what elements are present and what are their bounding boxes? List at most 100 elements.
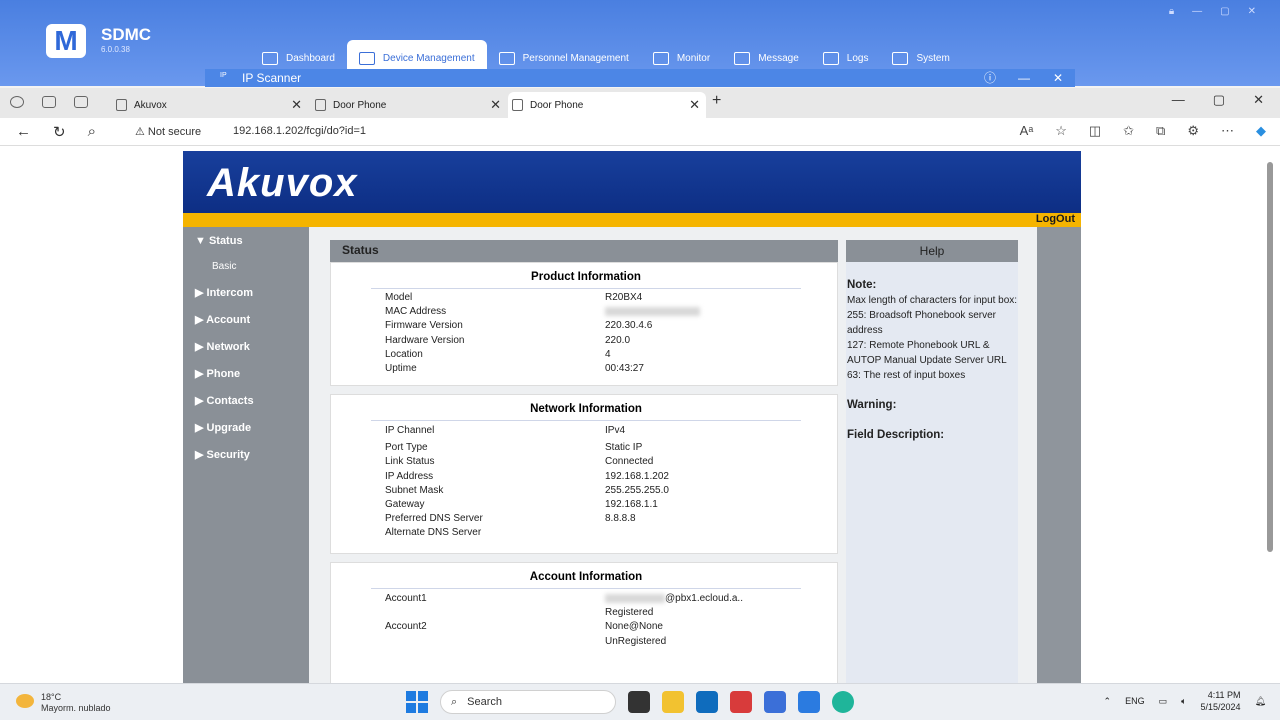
info-value: 220.30.4.6	[605, 320, 653, 332]
taskbar-search[interactable]: ⌕ Search	[440, 690, 616, 714]
help-panel: Help Note: Max length of characters for …	[846, 240, 1018, 683]
akuvox-main: Status Product Information Model R20BX4 M…	[309, 227, 1037, 683]
volume-icon[interactable]: 🔈︎	[1181, 696, 1186, 707]
page-title: Status	[330, 240, 838, 262]
info-key: Uptime	[385, 362, 417, 374]
extensions-icon[interactable]: ⚙	[1187, 123, 1199, 139]
info-value: 220.0	[605, 334, 631, 346]
edge-icon[interactable]	[832, 691, 854, 713]
not-secure-indicator[interactable]: ⚠ Not secure	[135, 125, 201, 138]
info-row: UnRegistered	[331, 636, 837, 650]
sidebar-item-status[interactable]: ▼ Status	[195, 235, 243, 247]
system-icon	[892, 51, 909, 65]
sidebar-item-upgrade[interactable]: ▶ Upgrade	[195, 421, 251, 434]
collections-icon[interactable]	[42, 96, 56, 108]
nav-label: Monitor	[676, 52, 711, 64]
maximize-icon[interactable]: ▢	[1213, 92, 1225, 108]
ip-scanner-close-button[interactable]: ✕	[1041, 69, 1075, 87]
weather-icon	[16, 694, 34, 708]
file-explorer-icon[interactable]	[662, 691, 684, 713]
maximize-icon[interactable]: ▢	[1220, 6, 1229, 17]
profile-icon[interactable]	[10, 96, 24, 108]
tab-door-phone-1[interactable]: Door Phone ✕	[311, 92, 507, 118]
page-icon	[315, 99, 326, 111]
sdmc-app-icon[interactable]	[764, 691, 786, 713]
note-heading: Note:	[847, 279, 877, 291]
sidebar-item-account[interactable]: ▶ Account	[195, 313, 250, 326]
ip-scanner-app-icon[interactable]	[798, 691, 820, 713]
info-key: Firmware Version	[385, 320, 463, 332]
sidebar-item-intercom[interactable]: ▶ Intercom	[195, 286, 253, 299]
close-icon[interactable]: ✕	[1248, 6, 1256, 17]
sdmc-window-controls: 🔒︎ — ▢ ✕	[1169, 6, 1256, 17]
ip-scanner-minimize-button[interactable]: —	[1007, 69, 1041, 87]
close-icon[interactable]: ✕	[1253, 92, 1264, 108]
product-info-heading: Product Information	[371, 271, 801, 289]
ip-scanner-title: IP Scanner	[242, 71, 302, 85]
product-info-panel: Product Information Model R20BX4 MAC Addr…	[330, 262, 838, 386]
split-screen-icon[interactable]: ◫	[1089, 123, 1101, 139]
close-tab-icon[interactable]: ✕	[689, 97, 700, 113]
scrollbar[interactable]	[1266, 150, 1274, 620]
refresh-icon[interactable]: ↻	[53, 123, 66, 141]
info-key: Gateway	[385, 498, 425, 510]
ip-scanner-bar: IP IP Scanner ⓘ — ✕	[205, 69, 1075, 87]
collections-icon[interactable]: ⧉	[1156, 123, 1165, 139]
info-value: IPv4	[605, 425, 626, 436]
read-aloud-icon[interactable]: A͏ᵃ	[1020, 123, 1034, 139]
taskbar: 18°C Mayorm. nublado ⌕ Search ⌃ ENG ▭ 🔈︎ 4…	[0, 683, 1280, 720]
sidebar-item-network[interactable]: ▶ Network	[195, 340, 250, 353]
logout-link[interactable]: LogOut	[1036, 213, 1075, 225]
info-row: Port Type Static IP	[331, 442, 837, 456]
info-row: Preferred DNS Server 8.8.8.8	[331, 513, 837, 527]
language-indicator[interactable]: ENG	[1125, 696, 1145, 706]
copilot-icon[interactable]: ◆	[1256, 123, 1266, 139]
info-value: R20BX4	[605, 292, 643, 303]
windows-start-icon[interactable]	[406, 691, 428, 713]
tab-actions-icon[interactable]	[74, 96, 88, 108]
network-info-heading: Network Information	[371, 403, 801, 421]
info-key: Preferred DNS Server	[385, 513, 483, 525]
favorite-star-icon[interactable]: ☆	[1055, 123, 1067, 139]
menu-icon[interactable]: ⋯	[1221, 123, 1234, 139]
scrollbar-thumb[interactable]	[1267, 162, 1273, 552]
info-key: MAC Address	[385, 306, 447, 318]
sidebar-item-phone[interactable]: ▶ Phone	[195, 367, 240, 380]
task-view-icon[interactable]	[628, 691, 650, 713]
search-icon[interactable]: ⌕	[88, 123, 96, 141]
url-field[interactable]: 192.168.1.202/fcgi/do?id=1	[233, 125, 366, 137]
info-key: Hardware Version	[385, 334, 465, 346]
info-row: Alternate DNS Server	[331, 527, 837, 541]
minimize-icon[interactable]: —	[1172, 92, 1185, 108]
favorites-icon[interactable]: ✩	[1123, 123, 1134, 139]
help-title: Help	[846, 240, 1018, 262]
info-row: Location 4	[331, 349, 837, 363]
outlook-icon[interactable]	[696, 691, 718, 713]
date: 5/15/2024	[1200, 702, 1241, 712]
sidebar-item-contacts[interactable]: ▶ Contacts	[195, 394, 254, 407]
media-app-icon[interactable]	[730, 691, 752, 713]
close-tab-icon[interactable]: ✕	[291, 97, 302, 113]
info-icon[interactable]: ⓘ	[973, 69, 1007, 87]
akuvox-sidebar: ▼ Status Basic ▶ Intercom ▶ Account ▶ Ne…	[183, 227, 309, 683]
minimize-icon[interactable]: —	[1192, 6, 1202, 17]
akuvox-right-margin	[1037, 227, 1081, 683]
notification-bell-icon[interactable]: 🔔︎	[1255, 696, 1266, 707]
tab-door-phone-2[interactable]: Door Phone ✕	[508, 92, 706, 118]
clock[interactable]: 4:11 PM 5/15/2024	[1201, 689, 1241, 713]
address-bar: ← ↻ ⌕ ⚠ Not secure 192.168.1.202/fcgi/do…	[0, 118, 1280, 146]
warning-icon: ⚠	[135, 126, 148, 138]
network-icon[interactable]: ▭	[1159, 696, 1168, 707]
search-label: Search	[467, 696, 503, 708]
sidebar-item-basic[interactable]: Basic	[212, 261, 236, 272]
chevron-up-icon[interactable]: ⌃	[1104, 696, 1112, 707]
tab-akuvox[interactable]: Akuvox ✕	[112, 92, 308, 118]
back-icon[interactable]: ←	[16, 123, 31, 141]
sidebar-item-security[interactable]: ▶ Security	[195, 448, 250, 461]
nav-label: Dashboard	[286, 52, 335, 64]
time: 4:11 PM	[1207, 690, 1241, 700]
info-row: Account1 @pbx1.ecloud.a..	[331, 593, 837, 607]
lock-icon[interactable]: 🔒︎	[1169, 6, 1174, 17]
close-tab-icon[interactable]: ✕	[490, 97, 501, 113]
new-tab-button[interactable]: +	[712, 92, 721, 110]
